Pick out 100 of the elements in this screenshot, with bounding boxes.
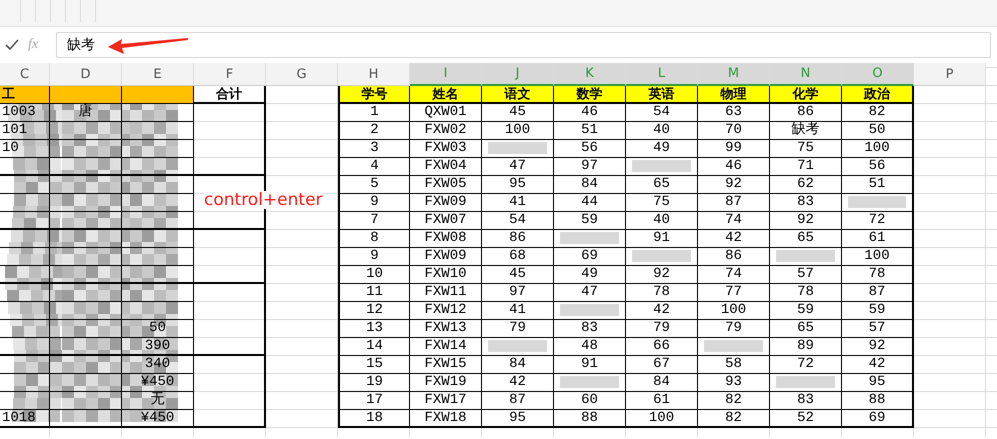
table-cell: 100 (482, 122, 554, 140)
table-cell: 87 (482, 392, 554, 410)
table-cell: 100 (626, 410, 698, 428)
table-cell: FXW04 (410, 158, 482, 176)
table-cell: 51 (554, 122, 626, 140)
table-header: 化学 (770, 86, 842, 104)
table-cell: 78 (770, 284, 842, 302)
table-cell: FXW13 (410, 320, 482, 338)
table-cell: 83 (554, 320, 626, 338)
table-cell: 79 (626, 320, 698, 338)
table-cell: 72 (770, 356, 842, 374)
table-cell: 56 (554, 140, 626, 158)
table-cell: 2 (338, 122, 410, 140)
table-cell: 50 (842, 122, 914, 140)
table-cell: 42 (626, 302, 698, 320)
table-cell: 70 (698, 122, 770, 140)
table-cell: 41 (482, 194, 554, 212)
table-header: 合计 (194, 86, 266, 104)
table-cell: 68 (482, 248, 554, 266)
table-cell: 46 (698, 158, 770, 176)
table-cell: 92 (626, 266, 698, 284)
table-cell: 4 (338, 158, 410, 176)
table-cell: 79 (698, 320, 770, 338)
table-cell: 40 (626, 122, 698, 140)
table-cell: 69 (554, 248, 626, 266)
table-cell: 40 (626, 212, 698, 230)
table-cell: 59 (554, 212, 626, 230)
table-cell: 57 (842, 320, 914, 338)
column-header[interactable]: F (194, 63, 266, 86)
table-cell: 7 (338, 212, 410, 230)
table-cell: 45 (482, 266, 554, 284)
table-cell: 62 (770, 176, 842, 194)
table-header: 物理 (698, 86, 770, 104)
table-cell: 10 (338, 266, 410, 284)
table-cell: 66 (626, 338, 698, 356)
table-cell: 91 (626, 230, 698, 248)
formula-field[interactable]: 缺考 (56, 32, 991, 58)
table-cell: 89 (770, 338, 842, 356)
table-cell: FXW09 (410, 248, 482, 266)
table-cell: 84 (626, 374, 698, 392)
table-cell: 86 (770, 104, 842, 122)
table-cell: 11 (338, 284, 410, 302)
table-header: 英语 (626, 86, 698, 104)
table-cell: 15 (338, 356, 410, 374)
table-cell: 9 (338, 248, 410, 266)
table-cell: 42 (698, 230, 770, 248)
table-cell: 45 (482, 104, 554, 122)
column-header[interactable]: H (338, 63, 410, 86)
table-cell: 79 (482, 320, 554, 338)
table-cell: 1 (338, 104, 410, 122)
table-cell: 57 (770, 266, 842, 284)
table-cell: FXW12 (410, 302, 482, 320)
table-cell: FXW14 (410, 338, 482, 356)
table-cell: 83 (770, 392, 842, 410)
table-cell: 84 (482, 356, 554, 374)
table-cell: 97 (554, 158, 626, 176)
table-cell: 56 (842, 158, 914, 176)
table-cell: FXW15 (410, 356, 482, 374)
column-header[interactable]: D (50, 63, 122, 86)
table-cell: 82 (842, 104, 914, 122)
table-cell: FXW08 (410, 230, 482, 248)
table-cell: 100 (842, 140, 914, 158)
table-cell: 5 (338, 176, 410, 194)
table-cell: 100 (698, 302, 770, 320)
table-header: 语文 (482, 86, 554, 104)
table-cell: 44 (554, 194, 626, 212)
table-cell: FXW19 (410, 374, 482, 392)
table-cell: 97 (482, 284, 554, 302)
table-header: 政治 (842, 86, 914, 104)
table-cell: 59 (842, 302, 914, 320)
table-cell: 59 (770, 302, 842, 320)
table-cell: 12 (338, 302, 410, 320)
table-cell: 48 (554, 338, 626, 356)
table-cell: 86 (482, 230, 554, 248)
table-cell: 88 (554, 410, 626, 428)
table-header: 姓名 (410, 86, 482, 104)
table-cell: 47 (554, 284, 626, 302)
table-cell: 99 (698, 140, 770, 158)
table-cell: 69 (842, 410, 914, 428)
table-cell: 49 (554, 266, 626, 284)
table-cell: 47 (482, 158, 554, 176)
column-header[interactable]: G (266, 63, 338, 86)
table-cell: 8 (338, 230, 410, 248)
table-cell: FXW11 (410, 284, 482, 302)
table-cell: QXW01 (410, 104, 482, 122)
table-cell: 61 (842, 230, 914, 248)
table-cell: 54 (626, 104, 698, 122)
table-cell: 78 (842, 266, 914, 284)
table-cell: FXW09 (410, 194, 482, 212)
table-cell: 83 (770, 194, 842, 212)
table-header: 学号 (338, 86, 410, 104)
table-cell: 71 (770, 158, 842, 176)
table-cell: 74 (698, 266, 770, 284)
table-cell: 51 (842, 176, 914, 194)
table-cell: 42 (842, 356, 914, 374)
annotation-text: control+enter (204, 191, 323, 209)
column-header[interactable]: P (914, 63, 986, 86)
column-header[interactable]: C (0, 63, 50, 86)
table-cell: 95 (482, 176, 554, 194)
column-header[interactable]: E (122, 63, 194, 86)
